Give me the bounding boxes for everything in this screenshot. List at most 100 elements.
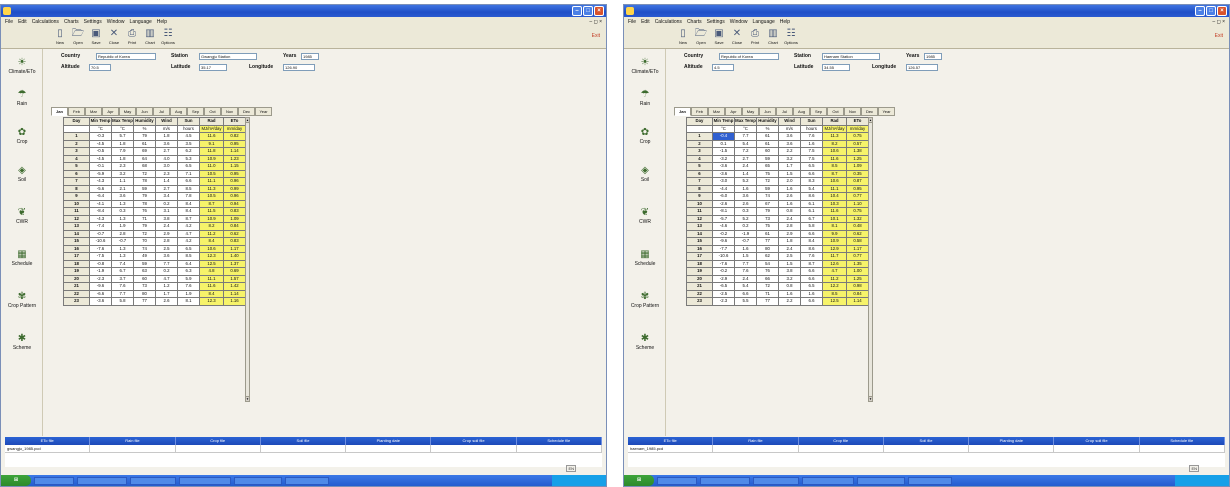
data-cell[interactable]: 6.2 [177,147,200,156]
data-cell[interactable]: 12.6 [822,259,847,268]
data-cell[interactable]: 2.1 [111,184,134,193]
data-cell[interactable]: 6.6 [800,267,823,276]
data-cell[interactable]: 71 [756,289,779,298]
data-cell[interactable]: -6.5 [712,282,735,291]
data-cell[interactable]: 5.5 [734,297,757,306]
data-cell[interactable]: -3.6 [89,297,112,306]
data-cell[interactable]: 1.32 [846,214,869,223]
scroll-up-icon[interactable]: ▲ [869,118,872,123]
data-cell[interactable]: -3.6 [712,162,735,171]
data-cell[interactable]: 1.6 [800,139,823,148]
data-cell[interactable]: 6.6 [800,274,823,283]
data-cell[interactable]: 6.5 [800,162,823,171]
tab-jan[interactable]: Jan [674,107,691,116]
data-cell[interactable]: 1.38 [846,147,869,156]
data-cell[interactable]: 64 [133,154,156,163]
data-cell[interactable]: 8.4 [199,289,224,298]
data-cell[interactable]: 2.2 [778,147,801,156]
data-cell[interactable]: 11.1 [199,177,224,186]
open-button[interactable]: 🗁 Open [71,28,85,48]
country-field[interactable]: Republic of Korea [719,53,779,60]
data-cell[interactable]: 10.1 [822,214,847,223]
data-cell[interactable]: 9.9 [822,229,847,238]
data-cell[interactable]: 2.4 [778,214,801,223]
data-cell[interactable]: 76 [756,267,779,276]
data-cell[interactable]: 1.9 [111,222,134,231]
data-cell[interactable]: 74 [133,244,156,253]
data-cell[interactable]: 2.4 [778,244,801,253]
data-cell[interactable]: -4.5 [89,154,112,163]
data-cell[interactable]: 7.6 [734,267,757,276]
data-cell[interactable]: 11.6 [199,132,224,141]
data-cell[interactable]: 10.6 [822,177,847,186]
data-cell[interactable]: 78 [133,177,156,186]
data-cell[interactable]: 11.3 [822,132,847,141]
file-column-header[interactable]: Planting date [969,437,1055,445]
data-cell[interactable]: -0.1 [89,162,112,171]
data-cell[interactable]: -0.7 [734,237,757,246]
tab-aug[interactable]: Aug [793,107,810,116]
data-cell[interactable]: 2.6 [778,192,801,201]
data-cell[interactable]: 0.99 [223,184,246,193]
data-cell[interactable]: 80 [133,289,156,298]
data-cell[interactable]: 1.17 [846,244,869,253]
data-cell[interactable]: 77 [756,237,779,246]
menu-item-settings[interactable]: Settings [84,17,102,27]
menu-item-edit[interactable]: Edit [18,17,27,27]
latitude-field[interactable]: 35.17 [199,64,227,71]
data-cell[interactable]: 1.5 [778,259,801,268]
data-cell[interactable]: 7.7 [111,289,134,298]
tab-apr[interactable]: Apr [102,107,119,116]
tab-sep[interactable]: Sep [810,107,827,116]
taskbar-window[interactable] [857,476,905,485]
data-cell[interactable]: 0.75 [846,132,869,141]
data-cell[interactable]: -10.6 [89,237,112,246]
data-cell[interactable]: 7.7 [734,259,757,268]
table-scrollbar[interactable]: ▲ ▼ [245,117,250,402]
data-cell[interactable]: 1.6 [800,289,823,298]
sidebar-item-cwr[interactable]: ❦ CWR [624,207,666,225]
menu-item-edit[interactable]: Edit [641,17,650,27]
data-cell[interactable]: 7.2 [734,147,757,156]
data-cell[interactable]: 2.4 [155,222,178,231]
data-cell[interactable]: -2.6 [712,199,735,208]
data-cell[interactable]: 4.8 [199,267,224,276]
data-cell[interactable]: 0.84 [846,289,869,298]
file-column-header[interactable]: Rain file [713,437,799,445]
data-cell[interactable]: 2.7 [734,154,757,163]
data-cell[interactable]: 80 [756,244,779,253]
data-cell[interactable]: -6.4 [89,192,112,201]
data-cell[interactable]: -5.7 [712,214,735,223]
data-cell[interactable]: 0.69 [223,267,246,276]
data-cell[interactable]: 75 [756,169,779,178]
data-cell[interactable]: 8.5 [822,162,847,171]
data-cell[interactable]: 3.6 [778,132,801,141]
taskbar-window[interactable] [700,476,750,485]
data-cell[interactable]: 7.4 [111,259,134,268]
data-cell[interactable]: 7.1 [177,169,200,178]
data-cell[interactable]: 8.4 [177,199,200,208]
data-cell[interactable]: 11.6 [199,282,224,291]
data-cell[interactable]: 1.7 [155,289,178,298]
print-button[interactable]: ⎙ Print [125,28,139,48]
data-cell[interactable]: 7.6 [800,132,823,141]
data-cell[interactable]: 0.58 [846,237,869,246]
data-cell[interactable]: -0.8 [89,259,112,268]
taskbar-window[interactable] [802,476,854,485]
data-cell[interactable]: 7.5 [800,147,823,156]
language-bar-icon[interactable]: EN [1189,465,1199,472]
data-cell[interactable]: -4.4 [712,184,735,193]
data-cell[interactable]: 60 [133,274,156,283]
sidebar-item-soil[interactable]: ◈ Soil [1,165,43,183]
tab-may[interactable]: May [119,107,136,116]
data-cell[interactable]: 0.87 [846,177,869,186]
data-cell[interactable]: 7.6 [800,252,823,261]
data-cell[interactable]: 1.23 [223,154,246,163]
data-cell[interactable]: 1.10 [846,199,869,208]
data-cell[interactable]: 1.5 [778,169,801,178]
maximize-icon[interactable]: □ [1206,6,1216,16]
data-cell[interactable]: 1.9 [177,289,200,298]
data-cell[interactable]: 61 [756,229,779,238]
data-cell[interactable]: -4.1 [89,199,112,208]
data-cell[interactable]: 2.7 [155,147,178,156]
